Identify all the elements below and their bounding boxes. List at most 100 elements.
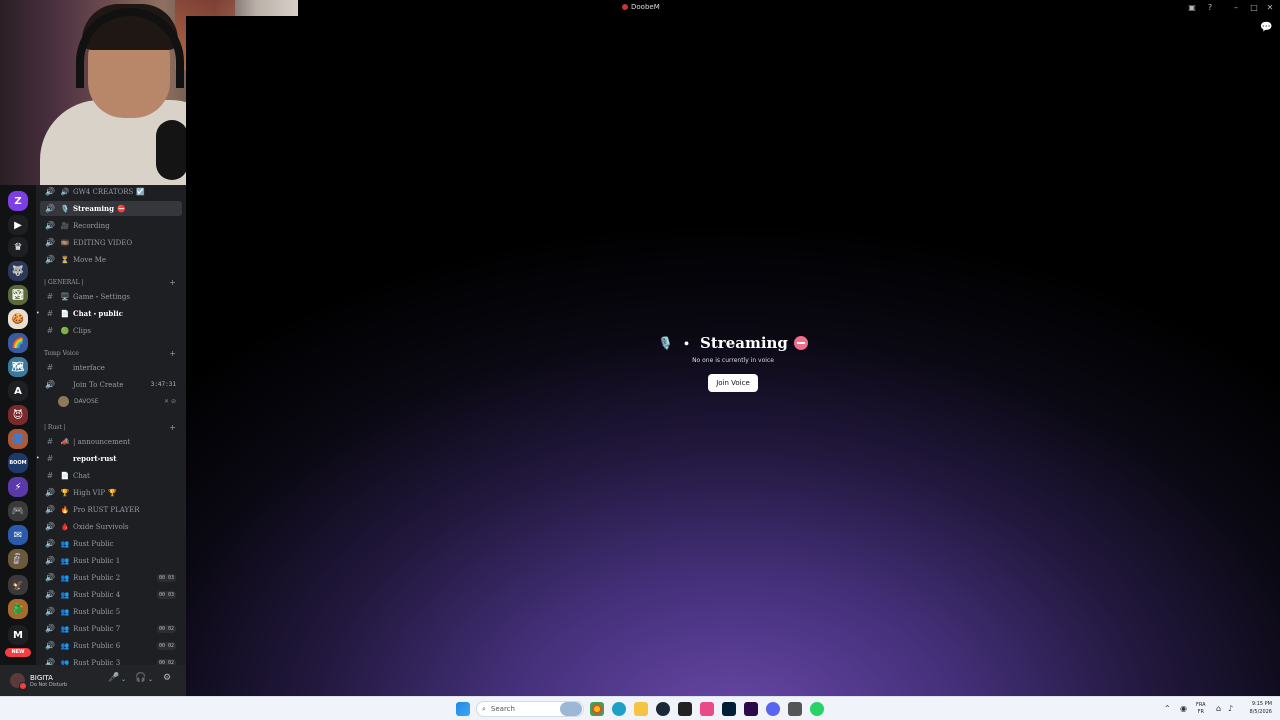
channel-item[interactable]: # 🖥️ Game・Settings (40, 289, 182, 304)
channel-label: | announcement (73, 437, 131, 446)
new-badge[interactable]: NEW (5, 648, 31, 657)
minimize-button[interactable]: – (1230, 2, 1242, 14)
channel-item[interactable]: # 📣 | announcement (40, 434, 182, 449)
server-icon[interactable]: 🗿 (8, 549, 28, 569)
server-rail: Z ▶ ♛ 🐺 🏞 🍪 🌈 🗺 A 😈 🌀 BOOM ⚡ 🎮 ✉ 🗿 🦅 🐉 M (0, 185, 36, 665)
channel-item[interactable]: 🔊 👥 Rust Public 4 00 03 (40, 587, 182, 602)
chevron-up-icon[interactable]: ⌃ (1164, 704, 1171, 713)
channel-emoji: 🎞️ (60, 238, 70, 247)
add-channel-icon[interactable]: + (169, 278, 176, 287)
channel-category[interactable]: | GENERAL | + (44, 276, 182, 288)
steam-icon[interactable] (656, 702, 670, 716)
user-info[interactable]: BIGITA Do Not Disturb (30, 674, 67, 688)
app-icon[interactable] (678, 702, 692, 716)
chat-bubble-icon[interactable]: 💬 (1260, 22, 1272, 34)
server-icon[interactable]: ▶ (8, 215, 28, 235)
server-icon[interactable]: Z (8, 191, 28, 211)
server-icon[interactable]: 🗺 (8, 357, 28, 377)
channel-item[interactable]: 🔊 🎞️ EDITING VIDEO (40, 235, 182, 250)
channel-label: Oxide Survivols (73, 522, 129, 531)
channel-item[interactable]: 🔊 Join To Create 3:47:31 (40, 377, 182, 392)
help-icon[interactable]: ? (1204, 2, 1216, 14)
channel-item[interactable]: # 📄 Chat (40, 468, 182, 483)
server-icon[interactable]: 🐺 (8, 261, 28, 281)
photoshop-icon[interactable] (722, 702, 736, 716)
server-icon[interactable]: 🏞 (8, 285, 28, 305)
edge-icon[interactable] (612, 702, 626, 716)
server-icon[interactable]: ⚡ (8, 477, 28, 497)
channel-item[interactable]: 🔊 👥 Rust Public 7 00 02 (40, 621, 182, 636)
channel-item[interactable]: 🔊 👥 Rust Public 5 (40, 604, 182, 619)
folder-icon[interactable] (634, 702, 648, 716)
gear-icon[interactable]: ⚙ (163, 673, 171, 683)
channel-item[interactable]: # interface (40, 360, 182, 375)
chevron-down-icon[interactable]: ⌄ (121, 676, 126, 683)
channel-emoji: 👥 (60, 641, 70, 650)
clock[interactable]: 9:15 PM 8/5/2026 (1250, 700, 1272, 716)
server-icon[interactable]: 🍪 (8, 309, 28, 329)
channel-item[interactable]: • # 📄 Chat・public (36, 306, 182, 321)
server-icon[interactable]: 🦅 (8, 575, 28, 595)
channel-item[interactable]: 🔊 👥 Rust Public 1 (40, 553, 182, 568)
server-icon[interactable]: 🎮 (8, 501, 28, 521)
add-channel-icon[interactable]: + (169, 349, 176, 358)
channel-label: Join To Create (73, 380, 124, 389)
language-indicator[interactable]: FRA FR (1196, 702, 1206, 716)
voice-timer: 3:47:31 (150, 381, 176, 388)
channel-item[interactable]: 🔊 🔥 Pro RUST PLAYER (40, 502, 182, 517)
server-icon[interactable]: BOOM (8, 453, 28, 473)
chrome-icon[interactable] (590, 702, 604, 716)
server-icon[interactable]: 🐉 (8, 599, 28, 619)
channel-item[interactable]: • # report-rust (36, 451, 182, 466)
headphones-icon[interactable]: 🎧 (135, 673, 146, 683)
channel-item[interactable]: 🔊 🏆 High VIP 🏆 (40, 485, 182, 500)
widgets-icon[interactable] (560, 702, 582, 716)
channel-item[interactable]: 🔊 👥 Rust Public 2 00 03 (40, 570, 182, 585)
channel-item[interactable]: 🔊 👥 Rust Public 6 00 02 (40, 638, 182, 653)
tray-app-icon[interactable]: ◉ (1180, 704, 1187, 713)
close-button[interactable]: ✕ (1264, 2, 1276, 14)
user-count-badge: 00 02 (156, 624, 176, 633)
channel-item[interactable]: 🔊 ⏳ Move Me (40, 252, 182, 267)
network-icon[interactable]: ⌂ (1216, 704, 1221, 713)
microphone-icon[interactable]: 🎤 (108, 673, 119, 683)
channel-label: report-rust (73, 454, 117, 463)
channel-item[interactable]: 🔊 🩸 Oxide Survivols (40, 519, 182, 534)
voice-user[interactable]: DAVOSE ✕ ⊘ (58, 394, 182, 408)
hashtag-icon: # (46, 471, 54, 480)
channel-category[interactable]: Temp Voice + (44, 347, 182, 359)
photos-icon[interactable] (700, 702, 714, 716)
server-icon[interactable]: ♛ (8, 237, 28, 257)
avatar[interactable] (10, 673, 27, 690)
server-icon[interactable]: 😈 (8, 405, 28, 425)
server-icon[interactable]: 🌀 (8, 429, 28, 449)
server-icon[interactable]: ✉ (8, 525, 28, 545)
start-icon[interactable] (456, 702, 470, 716)
channel-category[interactable]: | Rust | + (44, 421, 182, 433)
channel-item[interactable]: 🔊 👥 Rust Public 3 00 02 (40, 655, 182, 665)
user-count-badge: 00 03 (156, 573, 176, 582)
volume-icon[interactable]: ♪ (1228, 704, 1233, 713)
server-icon[interactable]: A (8, 381, 28, 401)
whatsapp-icon[interactable] (810, 702, 824, 716)
channel-item[interactable]: # 🟢 Clips (40, 323, 182, 338)
channel-emoji: 👥 (60, 573, 70, 582)
avatar (58, 395, 69, 407)
calculator-icon[interactable] (788, 702, 802, 716)
channel-item[interactable]: 🔊 🔊 GW4 CREATORS ☑️ (40, 185, 182, 199)
maximize-button[interactable]: □ (1248, 2, 1260, 14)
channel-item[interactable]: 🔊 🎙️ Streaming ⛔ (40, 201, 182, 216)
add-channel-icon[interactable]: + (169, 423, 176, 432)
channel-emoji: 👥 (60, 624, 70, 633)
premiere-icon[interactable] (744, 702, 758, 716)
join-voice-button[interactable]: Join Voice (708, 373, 758, 392)
inbox-icon[interactable]: ▣ (1186, 2, 1198, 14)
channel-item[interactable]: 🔊 👥 Rust Public (40, 536, 182, 551)
chevron-down-icon[interactable]: ⌄ (148, 676, 153, 683)
server-icon[interactable]: 🌈 (8, 333, 28, 353)
channel-item[interactable]: 🔊 🎥 Recording (40, 218, 182, 233)
discord-icon[interactable] (766, 702, 780, 716)
speaker-icon: 🔊 (45, 607, 55, 616)
channel-emoji: 📄 (60, 309, 70, 318)
server-icon[interactable]: M (8, 625, 28, 645)
